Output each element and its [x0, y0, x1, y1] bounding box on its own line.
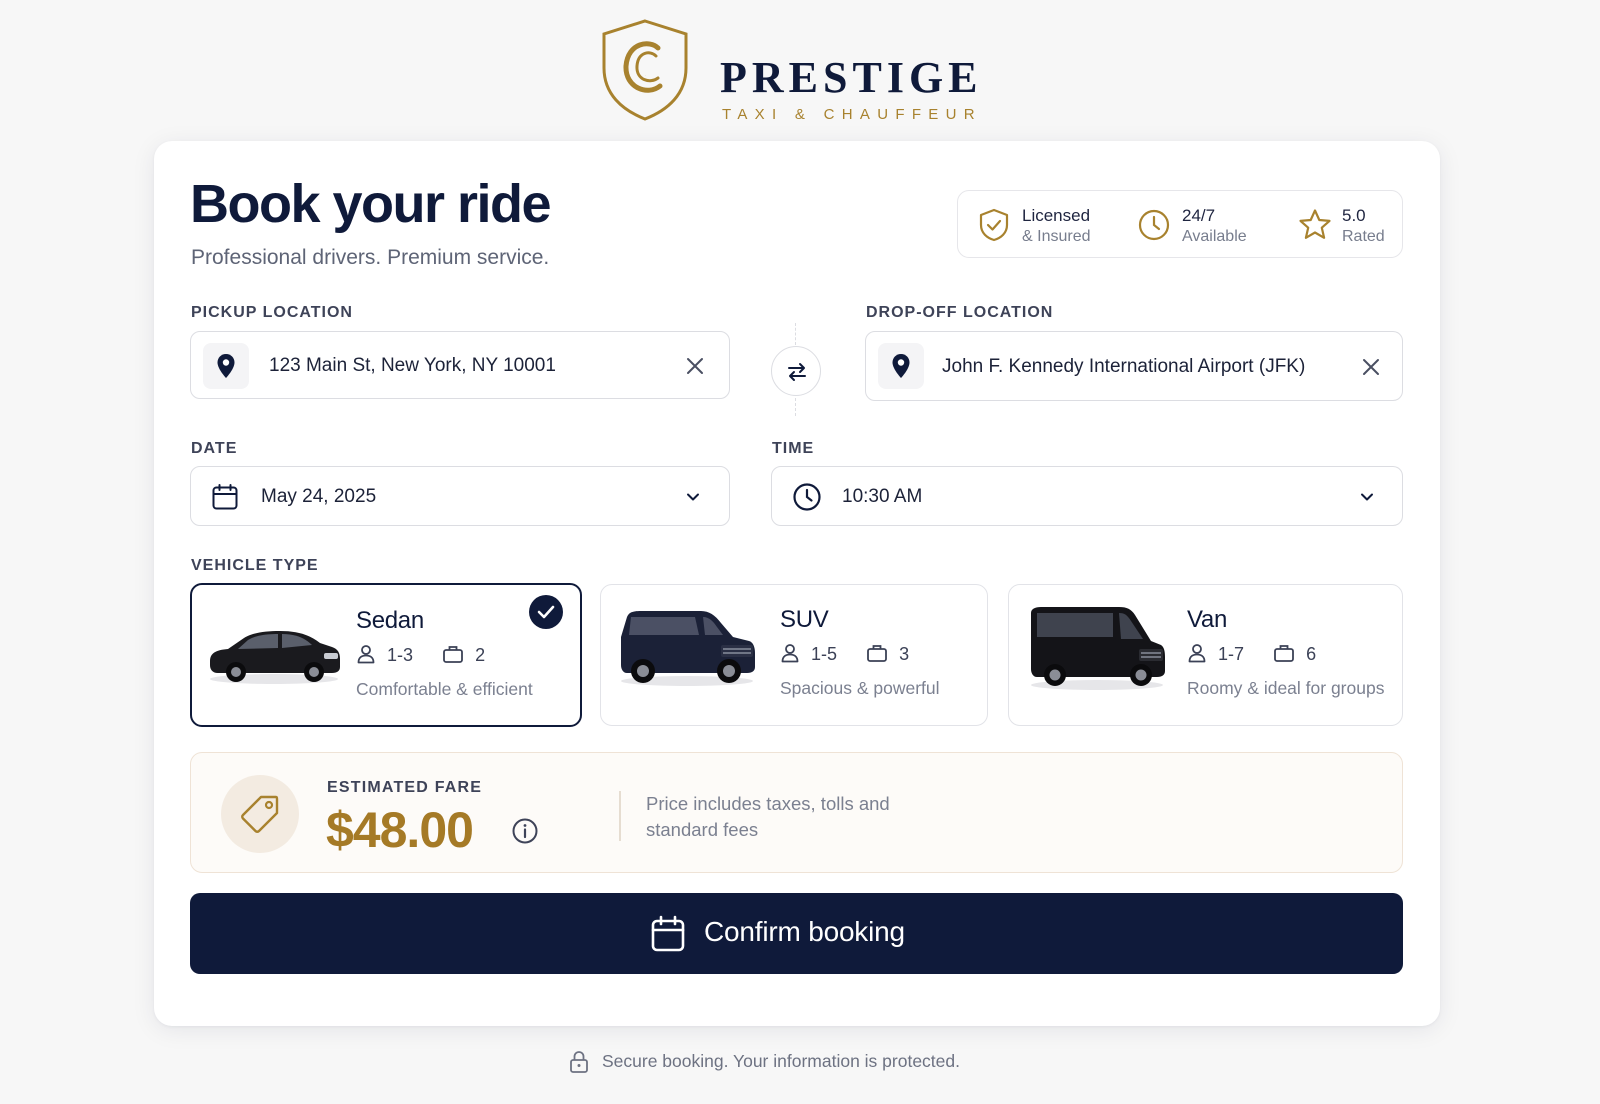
chevron-down-icon [1361, 493, 1373, 501]
vehicle-name: SUV [780, 606, 829, 633]
vehicle-description: Spacious & powerful [780, 678, 940, 698]
badge-line1: 5.0 [1342, 206, 1366, 225]
pickup-label: PICKUP LOCATION [191, 304, 353, 321]
fare-amount: $48.00 [326, 802, 474, 858]
passenger-count: 1-7 [1218, 644, 1245, 664]
clear-dropoff-icon[interactable] [1359, 355, 1383, 379]
price-tag-icon [241, 795, 279, 833]
vehicle-description: Roomy & ideal for groups [1187, 678, 1385, 698]
trust-badges: Licensed & Insured 24/7 Available 5.0 Ra… [957, 190, 1403, 258]
van-image [1031, 607, 1165, 690]
calendar-icon [651, 915, 685, 952]
confirm-booking-label: Confirm booking [704, 916, 905, 947]
luggage-icon [1274, 645, 1294, 662]
person-icon [1188, 644, 1206, 663]
swap-divider-bottom [795, 398, 796, 416]
vehicle-capacity: 1-7 6 [1187, 643, 1316, 665]
fare-divider [619, 791, 621, 841]
secure-footer-text: Secure booking. Your information is prot… [602, 1051, 960, 1071]
confirm-booking-button[interactable]: Confirm booking [190, 893, 1403, 974]
badge-line2: Available [1182, 228, 1247, 245]
dropoff-pin [878, 343, 924, 389]
estimated-fare-panel: ESTIMATED FARE $48.00 Price includes tax… [190, 752, 1403, 873]
shield-check-icon [979, 208, 1009, 242]
selected-check [529, 595, 563, 629]
date-value: May 24, 2025 [261, 486, 377, 507]
vehicle-option-sedan[interactable]: Sedan 1-3 2 Comfortable & efficient [190, 583, 582, 727]
suv-image [621, 611, 755, 686]
swap-locations-button[interactable] [771, 346, 821, 396]
brand-name: PRESTIGE [720, 53, 983, 102]
time-label: TIME [772, 440, 815, 457]
dropoff-label: DROP-OFF LOCATION [866, 304, 1054, 321]
brand-tagline: TAXI & CHAUFFEUR [722, 106, 982, 123]
vehicle-capacity: 1-5 3 [780, 643, 909, 665]
vehicle-option-van[interactable]: Van 1-7 6 Roomy & ideal for groups [1008, 584, 1403, 726]
vehicle-name: Sedan [356, 607, 424, 634]
badge-line1: 24/7 [1182, 206, 1216, 225]
info-icon[interactable] [511, 817, 539, 845]
person-icon [781, 644, 799, 663]
vehicle-name: Van [1187, 606, 1228, 633]
page-title: Book your ride [190, 174, 552, 234]
pickup-value: 123 Main St, New York, NY 10001 [269, 355, 556, 376]
bag-count: 2 [475, 645, 486, 665]
luggage-icon [443, 646, 463, 663]
pickup-input[interactable]: 123 Main St, New York, NY 10001 [190, 331, 730, 399]
person-icon [357, 645, 375, 664]
passenger-count: 1-5 [811, 644, 838, 664]
sedan-image [210, 631, 340, 684]
map-pin-icon [892, 354, 910, 378]
badge-line2: & Insured [1022, 228, 1091, 245]
bag-count: 3 [899, 644, 910, 664]
price-tag-badge [221, 775, 299, 853]
calendar-icon [212, 484, 238, 510]
badge-line2: Rated [1342, 228, 1385, 245]
luggage-icon [867, 645, 887, 662]
brand-header: C PRESTIGE TAXI & CHAUFFEUR [0, 18, 1600, 123]
lock-icon [570, 1051, 588, 1073]
vehicle-option-suv[interactable]: SUV 1-5 3 Spacious & powerful [600, 584, 988, 726]
booking-card: Book your ride Professional drivers. Pre… [154, 141, 1440, 1026]
date-label: DATE [191, 440, 238, 457]
chevron-down-icon [687, 493, 699, 501]
passenger-count: 1-3 [387, 645, 414, 665]
checkmark-icon [537, 605, 555, 619]
vehicle-description: Comfortable & efficient [356, 679, 533, 699]
shield-logo-icon: C [602, 19, 688, 121]
pickup-pin [203, 343, 249, 389]
clock-icon [793, 483, 821, 511]
fare-label: ESTIMATED FARE [327, 779, 483, 796]
svg-text:C: C [645, 75, 646, 77]
swap-icon [788, 363, 806, 381]
dropoff-input[interactable]: John F. Kennedy International Airport (J… [865, 331, 1403, 401]
date-select[interactable]: May 24, 2025 [190, 466, 730, 526]
badge-line1: Licensed [1022, 206, 1091, 225]
swap-divider-top [795, 323, 796, 345]
page-subtitle: Professional drivers. Premium service. [191, 246, 550, 269]
clock-icon [1138, 209, 1170, 241]
vehicle-capacity: 1-3 2 [356, 644, 485, 666]
clear-pickup-icon[interactable] [683, 354, 707, 378]
dropoff-value: John F. Kennedy International Airport (J… [942, 356, 1306, 377]
map-pin-icon [217, 354, 235, 378]
fare-note: Price includes taxes, tolls and standard… [646, 793, 890, 840]
star-icon [1299, 209, 1331, 239]
time-value: 10:30 AM [842, 486, 923, 507]
time-select[interactable]: 10:30 AM [771, 466, 1403, 526]
vehicle-type-label: VEHICLE TYPE [191, 557, 319, 574]
bag-count: 6 [1306, 644, 1317, 664]
